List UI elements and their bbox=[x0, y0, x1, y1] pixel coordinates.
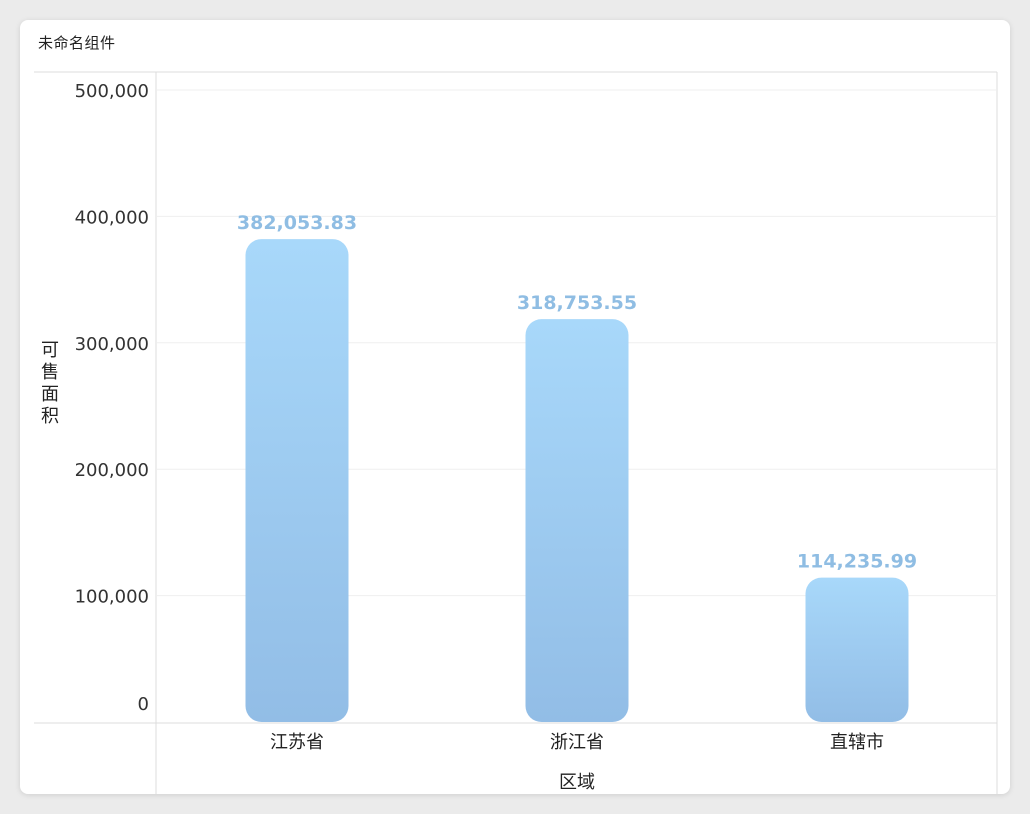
x-tick-label: 直辖市 bbox=[830, 732, 884, 753]
x-axis-title: 区域 bbox=[559, 772, 595, 793]
bar-1[interactable] bbox=[245, 239, 349, 722]
y-tick-label: 300,000 bbox=[75, 334, 149, 355]
x-tick-label: 浙江省 bbox=[550, 732, 604, 753]
bar-value-label: 114,235.99 bbox=[797, 551, 917, 573]
bar-chart: 0 100,000 200,000 300,000 400,000 500,000 382,… bbox=[34, 71, 998, 794]
y-tick-label: 100,000 bbox=[75, 587, 149, 608]
bar-value-label: 318,753.55 bbox=[517, 292, 637, 314]
y-tick-label: 400,000 bbox=[75, 207, 149, 228]
bar-2[interactable] bbox=[525, 319, 629, 722]
y-tick-label: 500,000 bbox=[75, 81, 149, 102]
bar-value-label: 382,053.83 bbox=[237, 212, 357, 234]
bar-3[interactable] bbox=[805, 577, 909, 722]
y-tick-label: 0 bbox=[138, 694, 149, 715]
x-tick-label: 江苏省 bbox=[270, 732, 324, 753]
y-tick-label: 200,000 bbox=[75, 460, 149, 481]
chart-widget-card: 未命名组件 0 100,000 200,000 300,000 400,000 500,0… bbox=[20, 20, 1010, 794]
labels-layer: 0 100,000 200,000 300,000 400,000 500,000 382,… bbox=[75, 81, 918, 753]
y-axis-title: 可售面积 bbox=[41, 340, 59, 427]
